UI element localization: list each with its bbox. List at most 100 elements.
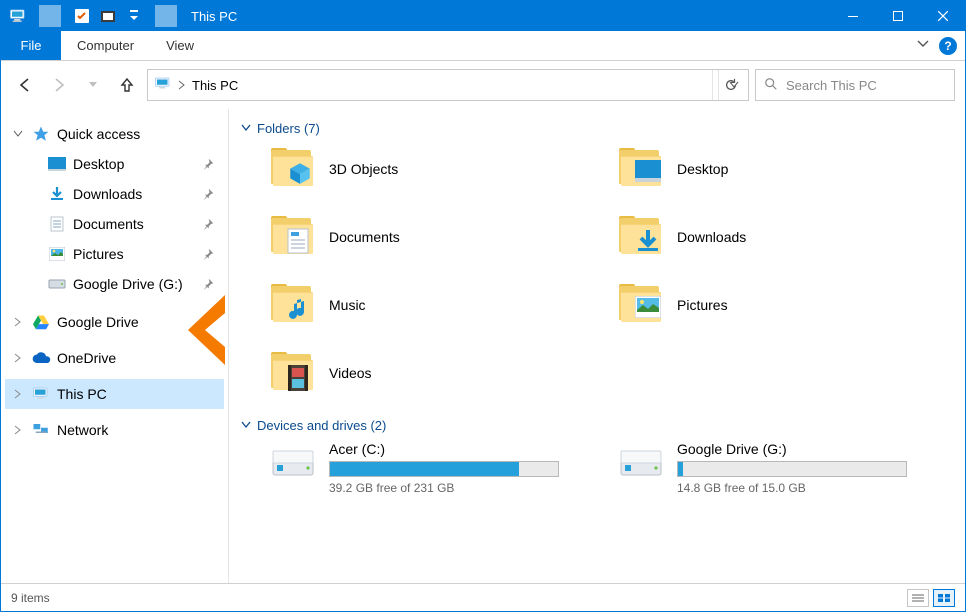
pin-icon xyxy=(200,216,216,232)
folder-item[interactable]: Pictures xyxy=(617,280,945,330)
search-placeholder: Search This PC xyxy=(786,78,877,93)
quick-access-toolbar xyxy=(1,5,189,27)
folder-label: Videos xyxy=(329,365,372,381)
drive-free-text: 39.2 GB free of 231 GB xyxy=(329,481,559,495)
network-icon xyxy=(31,420,51,440)
documents-icon xyxy=(47,214,67,234)
drive-free-text: 14.8 GB free of 15.0 GB xyxy=(677,481,907,495)
ribbon-tabs: File Computer View ? xyxy=(1,31,965,61)
tree-item-downloads[interactable]: Downloads xyxy=(41,179,224,209)
chevron-right-icon[interactable] xyxy=(11,317,25,327)
pin-icon xyxy=(200,156,216,172)
pin-icon xyxy=(200,276,216,292)
drive-name: Acer (C:) xyxy=(329,441,559,457)
drive-icon xyxy=(269,441,317,483)
pin-icon xyxy=(200,186,216,202)
tree-quick-access[interactable]: Quick access xyxy=(5,119,224,149)
tree-item-label: OneDrive xyxy=(57,350,224,366)
drive-icon xyxy=(47,274,67,294)
folder-item[interactable]: Videos xyxy=(269,348,597,398)
folder-label: Documents xyxy=(329,229,400,245)
ribbon-collapse-chevron-icon[interactable] xyxy=(917,37,929,55)
group-header-label: Folders (7) xyxy=(257,121,320,136)
group-drives-header[interactable]: Devices and drives (2) xyxy=(241,418,945,433)
recent-locations-dropdown[interactable] xyxy=(79,71,107,99)
folder-item[interactable]: Desktop xyxy=(617,144,945,194)
drive-usage-bar xyxy=(677,461,907,477)
content-area: Folders (7) 3D Objects Desktop Documents Do… xyxy=(229,109,965,583)
tree-item-label: Google Drive xyxy=(57,314,224,330)
minimize-button[interactable] xyxy=(830,1,875,31)
tree-network[interactable]: Network xyxy=(5,415,224,445)
folder-icon xyxy=(269,284,317,326)
status-text: 9 items xyxy=(11,591,50,605)
folder-icon xyxy=(617,216,665,258)
folder-icon xyxy=(269,148,317,190)
back-button[interactable] xyxy=(11,71,39,99)
tree-item-label: This PC xyxy=(57,386,224,402)
search-icon xyxy=(764,77,778,94)
forward-button[interactable] xyxy=(45,71,73,99)
pictures-icon xyxy=(47,244,67,264)
maximize-button[interactable] xyxy=(875,1,920,31)
group-folders-header[interactable]: Folders (7) xyxy=(241,121,945,136)
drive-item[interactable]: Google Drive (G:)14.8 GB free of 15.0 GB xyxy=(617,441,945,495)
chevron-right-icon[interactable] xyxy=(11,389,25,399)
tree-item-label: Network xyxy=(57,422,224,438)
pin-icon xyxy=(200,246,216,262)
file-tab[interactable]: File xyxy=(1,31,61,60)
chevron-right-icon[interactable] xyxy=(11,353,25,363)
folder-icon xyxy=(269,216,317,258)
status-bar: 9 items xyxy=(1,583,965,611)
drive-icon xyxy=(617,441,665,483)
tree-onedrive[interactable]: OneDrive xyxy=(5,343,224,373)
folder-icon xyxy=(269,352,317,394)
tree-item-documents[interactable]: Documents xyxy=(41,209,224,239)
chevron-right-icon[interactable] xyxy=(11,425,25,435)
tree-item-label: Quick access xyxy=(57,126,224,142)
tree-item-gdrive-g[interactable]: Google Drive (G:) xyxy=(41,269,224,299)
search-box[interactable]: Search This PC xyxy=(755,69,955,101)
folder-item[interactable]: 3D Objects xyxy=(269,144,597,194)
this-pc-icon xyxy=(154,76,172,95)
folder-item[interactable]: Downloads xyxy=(617,212,945,262)
view-large-icons-button[interactable] xyxy=(933,589,955,607)
help-button[interactable]: ? xyxy=(939,37,957,55)
folder-label: Desktop xyxy=(677,161,728,177)
drive-item[interactable]: Acer (C:) 39.2 GB free of 231 GB xyxy=(269,441,597,495)
refresh-button[interactable] xyxy=(712,70,748,100)
qat-dropdown-icon[interactable] xyxy=(123,5,145,27)
folder-icon xyxy=(617,148,665,190)
tree-this-pc[interactable]: This PC xyxy=(5,379,224,409)
chevron-down-icon xyxy=(241,121,251,136)
folder-item[interactable]: Documents xyxy=(269,212,597,262)
onedrive-icon xyxy=(31,348,51,368)
folder-label: Downloads xyxy=(677,229,746,245)
chevron-down-icon xyxy=(241,418,251,433)
tree-item-desktop[interactable]: Desktop xyxy=(41,149,224,179)
qat-properties-icon[interactable] xyxy=(71,5,93,27)
folder-label: Music xyxy=(329,297,366,313)
this-pc-icon xyxy=(7,5,29,27)
breadcrumb[interactable]: This PC xyxy=(192,78,238,93)
qat-newfolder-icon[interactable] xyxy=(97,5,119,27)
this-pc-icon xyxy=(31,384,51,404)
folders-grid: 3D Objects Desktop Documents Downloads Music… xyxy=(241,144,945,398)
breadcrumb-separator-icon xyxy=(178,78,186,93)
up-button[interactable] xyxy=(113,71,141,99)
tree-google-drive[interactable]: Google Drive xyxy=(5,307,224,337)
view-details-button[interactable] xyxy=(907,589,929,607)
chevron-down-icon[interactable] xyxy=(11,129,25,139)
tab-computer[interactable]: Computer xyxy=(61,31,150,60)
google-drive-icon xyxy=(31,312,51,332)
folder-label: 3D Objects xyxy=(329,161,398,177)
folder-item[interactable]: Music xyxy=(269,280,597,330)
quick-access-star-icon xyxy=(31,124,51,144)
tab-view[interactable]: View xyxy=(150,31,210,60)
address-bar[interactable]: This PC xyxy=(147,69,749,101)
close-button[interactable] xyxy=(920,1,965,31)
body: Quick access Desktop Downloads Documents… xyxy=(1,109,965,583)
tree-item-pictures[interactable]: Pictures xyxy=(41,239,224,269)
group-header-label: Devices and drives (2) xyxy=(257,418,386,433)
title-bar: This PC xyxy=(1,1,965,31)
